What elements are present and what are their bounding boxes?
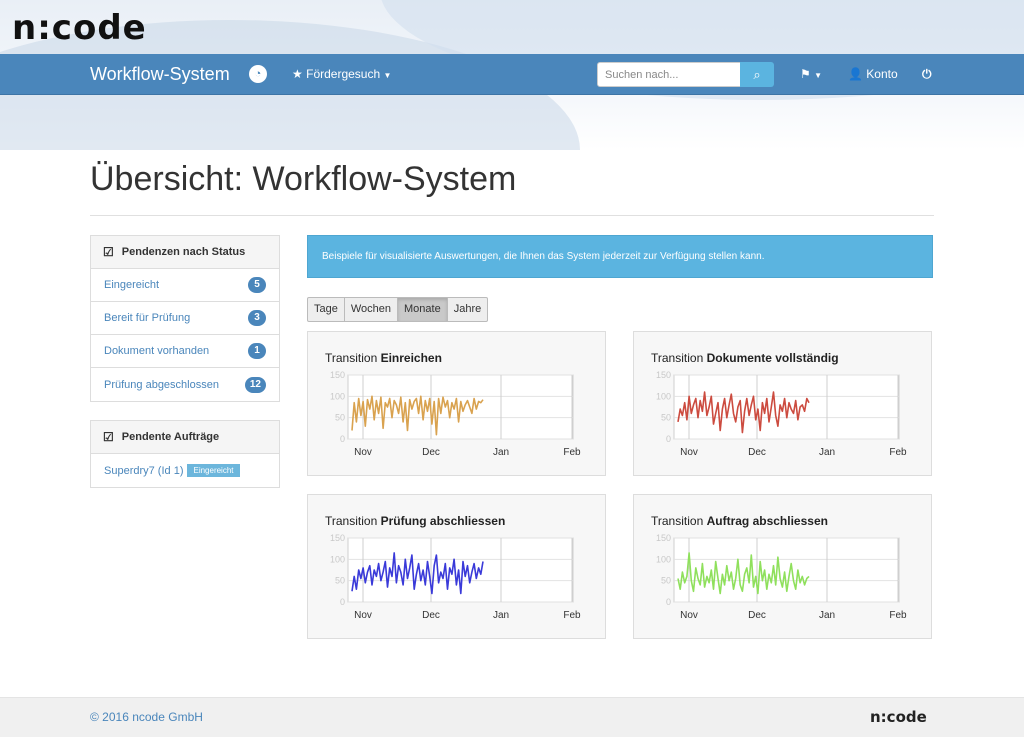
dashboard-icon[interactable]: ◔	[249, 65, 267, 83]
status-item-abgeschlossen[interactable]: Prüfung abgeschlossen 12	[91, 368, 279, 401]
status-item-label: Prüfung abgeschlossen	[104, 378, 219, 391]
status-item-label: Bereit für Prüfung	[104, 312, 191, 324]
y-tick-label: 150	[330, 533, 345, 543]
y-tick-label: 0	[340, 434, 345, 444]
account-link[interactable]: 👤 Konto	[848, 67, 898, 81]
count-badge: 5	[248, 277, 266, 293]
x-tick-label: Dec	[422, 447, 440, 458]
status-item-label: Dokument vorhanden	[104, 345, 210, 357]
status-item-dokument[interactable]: Dokument vorhanden 1	[91, 335, 279, 368]
y-tick-label: 50	[335, 413, 345, 423]
line-chart: 0 50 100 150 Nov Dec Jan Feb	[656, 533, 907, 621]
x-tick-label: Feb	[563, 610, 581, 621]
checkbox-icon: ☑	[103, 245, 114, 259]
status-panel: ☑ Pendenzen nach Status Eingereicht 5 Be…	[90, 235, 280, 402]
order-item[interactable]: Superdry7 (Id 1) Eingereicht	[91, 454, 279, 487]
y-tick-label: 50	[661, 413, 671, 423]
count-badge: 1	[248, 343, 266, 359]
ncode-logo[interactable]: n:code	[12, 8, 147, 48]
info-alert: Beispiele für visualisierte Auswertungen…	[307, 235, 933, 278]
order-item-label: Superdry7 (Id 1)	[104, 464, 184, 477]
x-tick-label: Nov	[354, 610, 372, 621]
flag-icon: ⚑	[800, 67, 811, 81]
user-icon: 👤	[848, 67, 863, 81]
search-input[interactable]	[597, 62, 741, 87]
y-tick-label: 100	[656, 391, 671, 401]
x-tick-label: Feb	[563, 447, 581, 458]
count-badge: 3	[248, 310, 266, 326]
status-item-bereit[interactable]: Bereit für Prüfung 3	[91, 302, 279, 335]
caret-down-icon: ▼	[383, 71, 392, 80]
x-tick-label: Jan	[819, 610, 835, 621]
status-item-label: Eingereicht	[104, 279, 160, 291]
order-status-badge: Eingereicht	[187, 464, 240, 477]
line-chart: 0 50 100 150 Nov Dec Jan Feb	[656, 370, 907, 458]
x-tick-label: Nov	[354, 447, 372, 458]
period-button-wochen[interactable]: Wochen	[343, 297, 399, 322]
x-tick-label: Jan	[819, 447, 835, 458]
status-panel-header: ☑ Pendenzen nach Status	[91, 236, 279, 269]
x-tick-label: Nov	[680, 610, 698, 621]
y-tick-label: 0	[666, 597, 671, 607]
count-badge: 12	[244, 376, 266, 393]
y-tick-label: 150	[330, 370, 345, 380]
info-text: Beispiele für visualisierte Auswertungen…	[322, 251, 765, 262]
plot-area	[673, 374, 900, 440]
chart-card-dokumente: Transition Dokumente vollständig 0 50 100 1…	[633, 331, 932, 476]
status-item-eingereicht[interactable]: Eingereicht 5	[91, 269, 279, 302]
y-tick-label: 100	[330, 554, 345, 564]
x-tick-label: Dec	[748, 447, 766, 458]
y-tick-label: 100	[656, 554, 671, 564]
x-tick-label: Dec	[748, 610, 766, 621]
account-label: Konto	[866, 67, 898, 81]
y-tick-label: 150	[656, 533, 671, 543]
top-navbar: Workflow-System ◔ ★ Fördergesuch ▼ ⚑ ▼ 👤…	[0, 54, 1024, 95]
chart-card-auftrag: Transition Auftrag abschliessen 0 50 100 15…	[633, 494, 932, 639]
foerdergesuch-label: Fördergesuch	[306, 67, 381, 81]
x-tick-label: Nov	[680, 447, 698, 458]
plot-area	[673, 537, 900, 603]
chart-card-einreichen: Transition Einreichen 0 50 100 150 Nov Dec Jan…	[307, 331, 606, 476]
y-tick-label: 0	[340, 597, 345, 607]
period-button-tage[interactable]: Tage	[307, 297, 345, 322]
footer: © 2016 ncode GmbH n:code	[0, 697, 1024, 737]
search-icon: ⌕	[753, 67, 761, 82]
y-tick-label: 50	[661, 576, 671, 586]
caret-down-icon: ▼	[814, 71, 823, 80]
chart-card-pruefung: Transition Prüfung abschliessen 0 50 100 15…	[307, 494, 606, 639]
x-tick-label: Jan	[493, 447, 509, 458]
period-button-jahre[interactable]: Jahre	[446, 297, 489, 322]
y-tick-label: 100	[330, 391, 345, 401]
orders-panel: ☑ Pendente Aufträge Superdry7 (Id 1) Ein…	[90, 420, 280, 488]
brand-link[interactable]: Workflow-System	[90, 64, 230, 85]
star-icon: ★	[292, 67, 303, 81]
y-tick-label: 0	[666, 434, 671, 444]
footer-logo: n:code	[870, 708, 927, 726]
period-button-monate[interactable]: Monate	[397, 297, 448, 322]
search-button[interactable]: ⌕	[740, 62, 774, 87]
flag-menu[interactable]: ⚑ ▼	[800, 67, 822, 81]
x-tick-label: Feb	[889, 447, 907, 458]
line-chart: 0 50 100 150 Nov Dec Jan Feb	[330, 533, 581, 621]
line-chart: 0 50 100 150 Nov Dec Jan Feb	[330, 370, 581, 458]
copyright-text: © 2016 ncode GmbH	[90, 710, 203, 724]
orders-panel-header: ☑ Pendente Aufträge	[91, 421, 279, 454]
orders-panel-title: Pendente Aufträge	[121, 431, 220, 443]
power-icon[interactable]: ⏻	[922, 67, 932, 82]
x-tick-label: Dec	[422, 610, 440, 621]
period-button-group: Tage Wochen Monate Jahre	[307, 297, 489, 322]
checkbox-icon: ☑	[103, 430, 114, 444]
y-tick-label: 150	[656, 370, 671, 380]
title-divider	[90, 215, 934, 216]
page-title: Übersicht: Workflow-System	[90, 160, 517, 198]
foerdergesuch-menu[interactable]: ★ Fördergesuch ▼	[292, 67, 391, 81]
x-tick-label: Feb	[889, 610, 907, 621]
y-tick-label: 50	[335, 576, 345, 586]
x-tick-label: Jan	[493, 610, 509, 621]
status-panel-title: Pendenzen nach Status	[121, 246, 246, 258]
